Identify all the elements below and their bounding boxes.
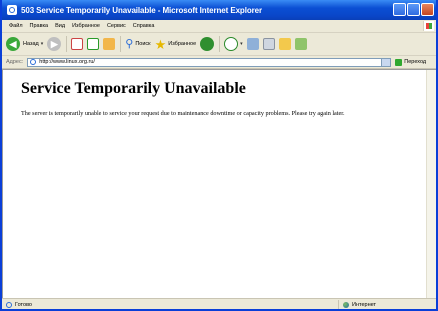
error-message: The server is temporarily unable to serv… bbox=[21, 110, 345, 117]
toolbar-separator bbox=[120, 36, 122, 52]
search-icon: ⚲ bbox=[125, 37, 134, 50]
folder-icon bbox=[278, 38, 291, 50]
messenger-icon bbox=[294, 38, 307, 50]
favorites-label: Избранное bbox=[168, 41, 197, 47]
menu-favorites[interactable]: Избранное bbox=[72, 23, 100, 29]
print-icon bbox=[262, 38, 275, 50]
zone-label: Интернет bbox=[352, 301, 376, 308]
internet-explorer-icon bbox=[7, 5, 17, 15]
history-dropdown-icon[interactable]: ▾ bbox=[240, 41, 243, 47]
mail-icon bbox=[246, 38, 259, 50]
refresh-icon bbox=[87, 38, 100, 50]
stop-icon bbox=[71, 38, 84, 50]
home-icon bbox=[103, 38, 116, 50]
address-label: Адрес: bbox=[6, 59, 24, 65]
title-bar[interactable]: 503 Service Temporarily Unavailable - Mi… bbox=[2, 0, 436, 20]
status-page-icon bbox=[6, 301, 12, 308]
media-button[interactable] bbox=[200, 37, 215, 51]
menu-view[interactable]: Вид bbox=[55, 23, 65, 29]
menu-tools[interactable]: Сервис bbox=[107, 23, 126, 29]
toolbar-separator bbox=[66, 36, 68, 52]
minimize-button[interactable] bbox=[393, 3, 406, 16]
toolbar-separator bbox=[219, 36, 221, 52]
status-text: Готово bbox=[15, 301, 32, 308]
print-button[interactable] bbox=[262, 38, 275, 50]
go-button[interactable]: Переход bbox=[404, 59, 426, 65]
folder-button[interactable] bbox=[278, 38, 291, 50]
security-zone: Интернет bbox=[338, 300, 376, 309]
history-icon bbox=[224, 37, 239, 51]
window-controls bbox=[393, 3, 434, 16]
internet-globe-icon bbox=[343, 301, 349, 308]
menu-bar: Файл Правка Вид Избранное Сервис Справка bbox=[2, 20, 436, 33]
history-button[interactable]: ▾ bbox=[224, 37, 243, 51]
close-button[interactable] bbox=[421, 3, 434, 16]
mail-button[interactable] bbox=[246, 38, 259, 50]
search-button[interactable]: ⚲ Поиск bbox=[125, 37, 151, 50]
standard-toolbar: ◀ Назад ▾ ▶ ⚲ Поиск ★ Избранное ▾ bbox=[2, 33, 436, 56]
window-title: 503 Service Temporarily Unavailable - Mi… bbox=[21, 5, 262, 15]
address-dropdown-icon[interactable] bbox=[381, 58, 391, 66]
menu-help[interactable]: Справка bbox=[133, 23, 155, 29]
browser-window: 503 Service Temporarily Unavailable - Mi… bbox=[0, 0, 438, 311]
forward-arrow-icon: ▶ bbox=[47, 37, 62, 51]
menu-file[interactable]: Файл bbox=[9, 23, 23, 29]
menu-edit[interactable]: Правка bbox=[30, 23, 49, 29]
page-icon bbox=[30, 59, 37, 65]
page-content: Service Temporarily Unavailable The serv… bbox=[2, 69, 436, 298]
home-button[interactable] bbox=[103, 38, 116, 50]
address-bar: Адрес: http://www.linux.org.ru/ Переход bbox=[2, 56, 436, 69]
address-url[interactable]: http://www.linux.org.ru/ bbox=[39, 59, 95, 65]
media-icon bbox=[200, 37, 215, 51]
search-label: Поиск bbox=[135, 41, 151, 47]
windows-flag-icon bbox=[423, 21, 434, 31]
error-heading: Service Temporarily Unavailable bbox=[21, 80, 246, 97]
go-arrow-icon[interactable] bbox=[395, 58, 403, 66]
back-dropdown-icon[interactable]: ▾ bbox=[41, 41, 44, 47]
back-button[interactable]: ◀ Назад ▾ bbox=[6, 37, 43, 51]
forward-button[interactable]: ▶ bbox=[47, 37, 62, 51]
back-arrow-icon: ◀ bbox=[6, 37, 20, 51]
refresh-button[interactable] bbox=[87, 38, 100, 50]
stop-button[interactable] bbox=[71, 38, 84, 50]
maximize-button[interactable] bbox=[407, 3, 420, 16]
vertical-scrollbar[interactable] bbox=[426, 70, 436, 298]
messenger-button[interactable] bbox=[294, 38, 307, 50]
favorites-button[interactable]: ★ Избранное bbox=[155, 38, 197, 51]
favorites-star-icon: ★ bbox=[154, 36, 167, 52]
back-label: Назад bbox=[23, 41, 39, 47]
status-bar: Готово Интернет bbox=[2, 298, 436, 309]
address-input[interactable]: http://www.linux.org.ru/ bbox=[27, 57, 392, 67]
